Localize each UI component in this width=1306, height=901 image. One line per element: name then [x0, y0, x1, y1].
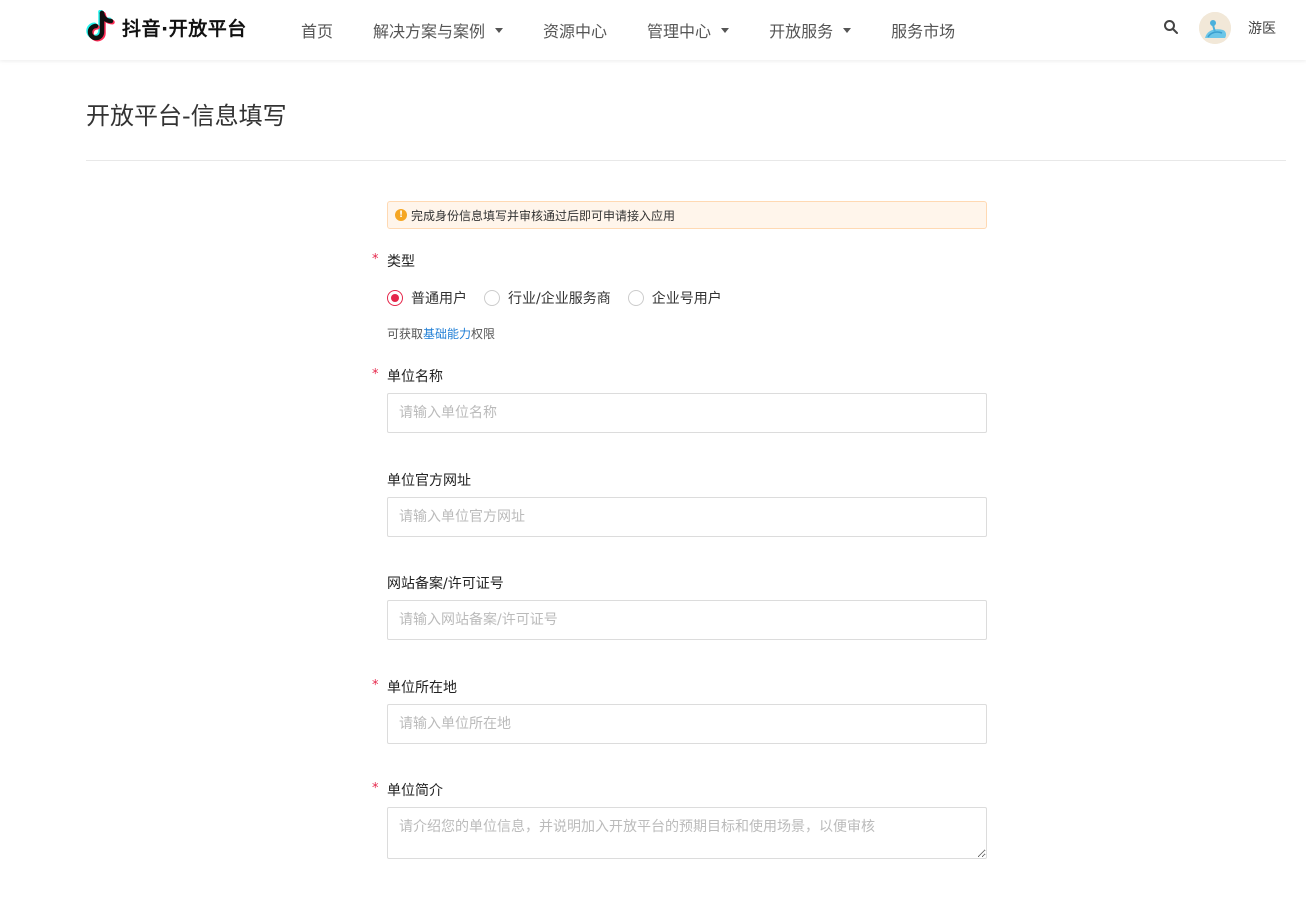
alert-text: 完成身份信息填写并审核通过后即可申请接入应用	[411, 208, 676, 223]
type-label: 类型	[387, 254, 415, 270]
location-label: 单位所在地	[387, 680, 457, 696]
radio-industry-provider[interactable]: 行业/企业服务商	[484, 288, 611, 308]
nav-item-management[interactable]: 管理中心	[647, 18, 730, 42]
radio-label: 普通用户	[411, 291, 467, 307]
user-name[interactable]: 游医	[1248, 18, 1276, 38]
radio-regular-user[interactable]: 普通用户	[387, 288, 467, 308]
douyin-note-icon	[86, 10, 116, 44]
caret-down-icon	[721, 27, 730, 33]
website-input[interactable]	[387, 497, 987, 537]
nav-item-home[interactable]: 首页	[301, 18, 333, 42]
logo[interactable]: 抖音·开放平台	[86, 10, 247, 44]
radio-label: 行业/企业服务商	[508, 291, 611, 307]
website-label: 单位官方网址	[387, 473, 471, 489]
permission-hint: 可获取基础能力权限	[387, 325, 495, 342]
required-marker: *	[372, 678, 379, 693]
main-nav: 首页 解决方案与案例 资源中心 管理中心 开放服务 服务市场	[301, 0, 995, 60]
caret-down-icon	[495, 27, 504, 33]
type-radio-group: 普通用户 行业/企业服务商 企业号用户	[387, 289, 739, 307]
icp-label: 网站备案/许可证号	[387, 576, 504, 592]
nav-item-label: 服务市场	[891, 22, 956, 41]
nav-item-open-services[interactable]: 开放服务	[769, 18, 852, 42]
org-name-label: 单位名称	[387, 369, 443, 385]
org-name-input[interactable]	[387, 393, 987, 433]
icp-input[interactable]	[387, 600, 987, 640]
top-navbar: 抖音·开放平台 首页 解决方案与案例 资源中心 管理中心 开放服务 服务市场 游…	[0, 0, 1306, 60]
required-marker: *	[372, 367, 379, 382]
nav-item-label: 首页	[301, 22, 334, 41]
exclamation-icon: !	[395, 209, 407, 221]
radio-checked-icon[interactable]	[387, 290, 403, 306]
info-alert: ! 完成身份信息填写并审核通过后即可申请接入应用	[387, 201, 987, 229]
header-divider	[86, 160, 1286, 161]
radio-unchecked-icon[interactable]	[627, 290, 644, 306]
page-title: 开放平台-信息填写	[86, 102, 287, 130]
nav-item-label: 资源中心	[543, 22, 608, 41]
search-icon[interactable]	[1163, 19, 1179, 35]
nav-item-resources[interactable]: 资源中心	[543, 18, 607, 42]
nav-item-label: 开放服务	[769, 22, 834, 41]
avatar[interactable]	[1199, 12, 1231, 44]
intro-label: 单位简介	[387, 783, 443, 799]
radio-unchecked-icon[interactable]	[484, 290, 500, 306]
logo-text: 抖音·开放平台	[122, 17, 247, 40]
radio-enterprise-user[interactable]: 企业号用户	[627, 288, 722, 308]
caret-down-icon	[843, 27, 852, 33]
basic-capability-link[interactable]: 基础能力	[423, 327, 471, 341]
radio-label: 企业号用户	[651, 291, 722, 307]
nav-item-marketplace[interactable]: 服务市场	[891, 18, 955, 42]
intro-textarea[interactable]	[387, 807, 987, 859]
nav-item-label: 管理中心	[647, 22, 712, 41]
hint-suffix: 权限	[471, 327, 496, 341]
location-input[interactable]	[387, 704, 987, 744]
nav-item-solutions[interactable]: 解决方案与案例	[373, 18, 504, 42]
required-marker: *	[372, 252, 379, 267]
hint-prefix: 可获取	[387, 327, 424, 341]
required-marker: *	[372, 781, 379, 796]
nav-item-label: 解决方案与案例	[373, 22, 486, 41]
